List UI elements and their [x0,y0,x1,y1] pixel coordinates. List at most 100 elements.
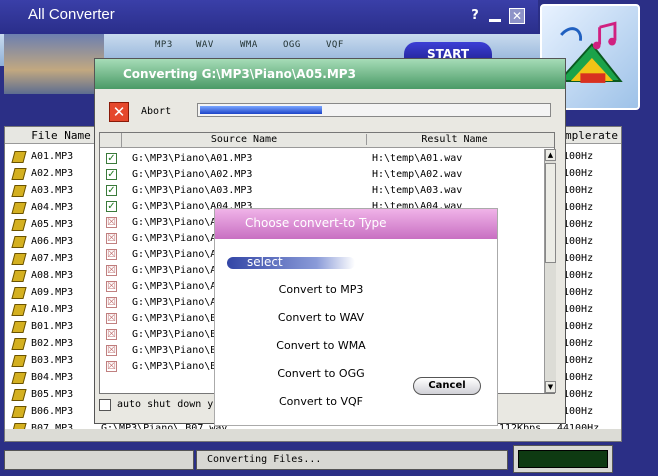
converting-dialog-titlebar[interactable]: Converting G:\MP3\Piano\A05.MP3 [95,59,565,89]
row-checkbox[interactable]: ✓ [106,201,117,212]
samplerate: 100Hz [563,338,594,349]
row-checkbox[interactable]: ☒ [106,217,117,228]
row-checkbox[interactable]: ☒ [106,297,117,308]
music-file-icon [11,287,27,299]
progress-fill [200,106,322,114]
source-name: G:\MP3\Piano\B [132,313,217,324]
music-file-icon [11,185,27,197]
status-text: Converting Files... [196,450,508,470]
source-name: G:\MP3\Piano\A [132,249,217,260]
scroll-thumb[interactable] [545,163,556,263]
file-name: A10.MP3 [31,304,74,315]
column-check[interactable] [100,133,122,148]
abort-button[interactable]: ✕ [109,102,129,122]
cancel-button[interactable]: Cancel [413,377,481,395]
music-file-icon [11,372,27,384]
option-convert-mp3[interactable]: Convert to MP3 [215,283,427,296]
conversion-list-header: Source Name Result Name [100,133,554,148]
option-convert-ogg[interactable]: Convert to OGG [215,367,427,380]
row-checkbox[interactable]: ☒ [106,249,117,260]
column-file-name[interactable]: File Name [25,129,97,142]
close-x-icon: ✕ [112,103,126,121]
list-item[interactable]: ✓ G:\MP3\Piano\A03.MP3 H:\temp\A03.wav [100,183,544,199]
convert-type-titlebar[interactable]: Choose convert-to Type [215,209,497,239]
horizontal-scrollbar[interactable] [5,429,621,441]
minimize-button[interactable] [487,8,503,24]
file-name: A06.MP3 [31,236,74,247]
source-name: G:\MP3\Piano\A [132,233,217,244]
title-bar: All Converter ? ✕ [0,0,538,34]
format-mp3-tab[interactable]: MP3 [155,40,173,50]
file-name: A02.MP3 [31,168,74,179]
samplerate: 100Hz [563,406,594,417]
format-vqf-tab[interactable]: VQF [326,40,344,50]
column-source-name[interactable]: Source Name [124,134,364,145]
help-button[interactable]: ? [467,8,483,24]
source-name: G:\MP3\Piano\A01.MP3 [132,153,253,164]
music-file-icon [11,151,27,163]
music-file-icon [11,355,27,367]
music-file-icon [11,304,27,316]
column-result-name[interactable]: Result Name [366,134,542,145]
file-name: B01.MP3 [31,321,74,332]
source-name: G:\MP3\Piano\A02.MP3 [132,169,253,180]
samplerate: 100Hz [563,355,594,366]
source-name: G:\MP3\Piano\A [132,217,217,228]
samplerate: 100Hz [563,287,594,298]
row-checkbox[interactable]: ☒ [106,265,117,276]
status-meter [513,445,613,473]
format-wma-tab[interactable]: WMA [240,40,258,50]
scroll-up-arrow-icon[interactable]: ▲ [545,149,556,161]
row-checkbox[interactable]: ☒ [106,233,117,244]
status-panel [4,450,194,470]
file-name: A04.MP3 [31,202,74,213]
row-checkbox[interactable]: ☒ [106,345,117,356]
music-file-icon [11,168,27,180]
column-samplerate[interactable]: mplerate [565,129,618,142]
file-name: A09.MP3 [31,287,74,298]
samplerate: 100Hz [563,168,594,179]
row-checkbox[interactable]: ✓ [106,169,117,180]
music-file-icon [11,338,27,350]
option-convert-wma[interactable]: Convert to WMA [215,339,427,352]
app-title: All Converter [28,6,115,23]
file-name: B06.MP3 [31,406,74,417]
row-checkbox[interactable]: ☒ [106,313,117,324]
row-checkbox[interactable]: ✓ [106,153,117,164]
samplerate: 100Hz [563,372,594,383]
file-name: B02.MP3 [31,338,74,349]
scroll-down-arrow-icon[interactable]: ▼ [545,381,556,393]
auto-shutdown-checkbox[interactable] [99,399,111,411]
source-name: G:\MP3\Piano\B [132,329,217,340]
samplerate: 100Hz [563,389,594,400]
result-name: H:\temp\A03.wav [372,185,463,196]
file-name: A01.MP3 [31,151,74,162]
source-name: G:\MP3\Piano\A03.MP3 [132,185,253,196]
result-name: H:\temp\A01.wav [372,153,463,164]
option-convert-wav[interactable]: Convert to WAV [215,311,427,324]
row-checkbox[interactable]: ☒ [106,281,117,292]
source-name: G:\MP3\Piano\A [132,265,217,276]
file-name: A07.MP3 [31,253,74,264]
samplerate: 100Hz [563,304,594,315]
list-item[interactable]: ✓ G:\MP3\Piano\A02.MP3 H:\temp\A02.wav [100,167,544,183]
row-checkbox[interactable]: ✓ [106,185,117,196]
list-item[interactable]: ✓ G:\MP3\Piano\A01.MP3 H:\temp\A01.wav [100,151,544,167]
vertical-scrollbar[interactable]: ▲ ▼ [544,149,556,393]
format-wav-tab[interactable]: WAV [196,40,214,50]
result-name: H:\temp\A02.wav [372,169,463,180]
option-convert-vqf[interactable]: Convert to VQF [215,395,427,408]
samplerate: 100Hz [563,219,594,230]
level-meter [518,450,608,468]
file-name: A08.MP3 [31,270,74,281]
samplerate: 100Hz [563,236,594,247]
converting-dialog-title: Converting G:\MP3\Piano\A05.MP3 [123,67,356,81]
samplerate: 100Hz [563,151,594,162]
close-button[interactable]: ✕ [509,8,525,24]
banner-image [4,34,104,94]
format-ogg-tab[interactable]: OGG [283,40,301,50]
row-checkbox[interactable]: ☒ [106,361,117,372]
row-checkbox[interactable]: ☒ [106,329,117,340]
file-name: B04.MP3 [31,372,74,383]
convert-type-popup: Choose convert-to Type select Convert to… [214,208,498,426]
